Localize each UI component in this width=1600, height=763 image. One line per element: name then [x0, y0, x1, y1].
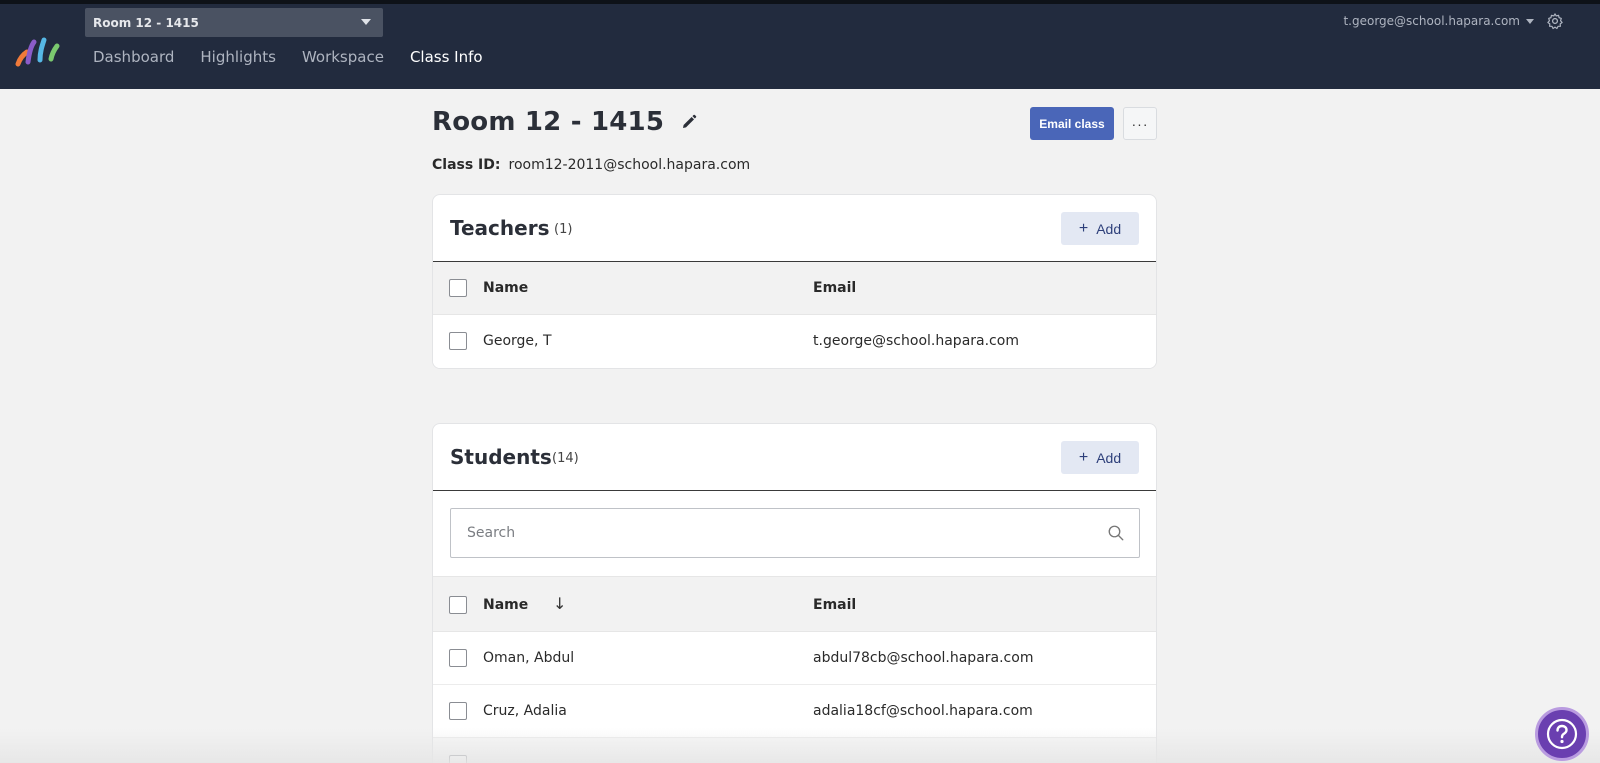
students-title: Students	[450, 445, 552, 469]
email-class-button[interactable]: Email class	[1030, 107, 1114, 140]
chevron-down-icon	[361, 19, 371, 25]
table-row: Oman, Abdul abdul78cb@school.hapara.com	[433, 632, 1156, 685]
page-title: Room 12 - 1415	[432, 107, 665, 137]
help-button[interactable]	[1535, 707, 1589, 761]
teacher-email: t.george@school.hapara.com	[813, 333, 1019, 349]
teacher-name: George, T	[483, 333, 552, 349]
plus-icon: +	[1078, 448, 1089, 466]
teachers-table-header: Name Email	[433, 262, 1156, 315]
students-card: Students (14) + Add Name ↓ Email	[432, 423, 1157, 763]
table-row: George, T t.george@school.hapara.com	[433, 315, 1156, 368]
pencil-edit-icon[interactable]	[680, 113, 698, 131]
teachers-title: Teachers	[450, 216, 550, 240]
class-id-value: room12-2011@school.hapara.com	[508, 157, 751, 173]
students-search-area	[433, 491, 1156, 577]
student-name: Oman, Abdul	[483, 650, 575, 666]
plus-icon: +	[1078, 219, 1089, 237]
table-row: Cruz, Adalia adalia18cf@school.hapara.co…	[433, 685, 1156, 738]
top-navigation-bar: Room 12 - 1415 Dashboard Highlights Work…	[0, 0, 1600, 89]
class-selector-value: Room 12 - 1415	[93, 15, 199, 30]
main-nav: Dashboard Highlights Workspace Class Inf…	[93, 48, 509, 66]
nav-workspace[interactable]: Workspace	[302, 48, 384, 66]
class-id: Class ID: room12-2011@school.hapara.com	[432, 157, 750, 173]
add-teacher-button[interactable]: + Add	[1061, 212, 1139, 245]
students-table-header: Name ↓ Email	[433, 577, 1156, 632]
add-teacher-label: Add	[1096, 220, 1122, 237]
sort-descending-icon[interactable]: ↓	[553, 594, 566, 613]
page-title-row: Room 12 - 1415	[432, 107, 698, 137]
student-name: Cruz, Adalia	[483, 703, 567, 719]
teachers-count: (1)	[554, 222, 573, 237]
hapara-logo-icon[interactable]	[14, 34, 62, 68]
nav-class-info[interactable]: Class Info	[410, 48, 483, 66]
column-header-email: Email	[813, 280, 857, 296]
search-input[interactable]	[467, 509, 1087, 557]
student-email: abdul78cb@school.hapara.com	[813, 650, 1034, 666]
add-student-button[interactable]: + Add	[1061, 441, 1139, 474]
account-email: t.george@school.hapara.com	[1343, 14, 1520, 28]
account-menu[interactable]: t.george@school.hapara.com	[1343, 14, 1534, 28]
search-icon[interactable]	[1107, 524, 1125, 542]
add-student-label: Add	[1096, 449, 1122, 466]
nav-highlights[interactable]: Highlights	[200, 48, 276, 66]
search-field	[450, 508, 1140, 558]
row-checkbox[interactable]	[449, 755, 467, 763]
class-selector-dropdown[interactable]: Room 12 - 1415	[85, 8, 383, 37]
students-header: Students (14) + Add	[433, 424, 1156, 491]
row-checkbox[interactable]	[449, 702, 467, 720]
student-email: adalia18cf@school.hapara.com	[813, 703, 1033, 719]
more-options-button[interactable]: ···	[1123, 107, 1157, 140]
nav-dashboard[interactable]: Dashboard	[93, 48, 174, 66]
select-all-students-checkbox[interactable]	[449, 596, 467, 614]
chevron-down-icon	[1526, 18, 1534, 24]
teachers-header: Teachers (1) + Add	[433, 195, 1156, 262]
column-header-name[interactable]: Name	[483, 280, 528, 296]
column-header-name[interactable]: Name	[483, 597, 528, 613]
column-header-email: Email	[813, 597, 857, 613]
class-id-label: Class ID:	[432, 157, 501, 173]
gear-icon[interactable]	[1546, 12, 1564, 30]
teachers-card: Teachers (1) + Add Name Email George, T …	[432, 194, 1157, 369]
students-count: (14)	[552, 451, 579, 466]
row-checkbox[interactable]	[449, 332, 467, 350]
question-mark-icon	[1546, 718, 1578, 750]
table-row	[433, 738, 1156, 763]
select-all-teachers-checkbox[interactable]	[449, 279, 467, 297]
row-checkbox[interactable]	[449, 649, 467, 667]
